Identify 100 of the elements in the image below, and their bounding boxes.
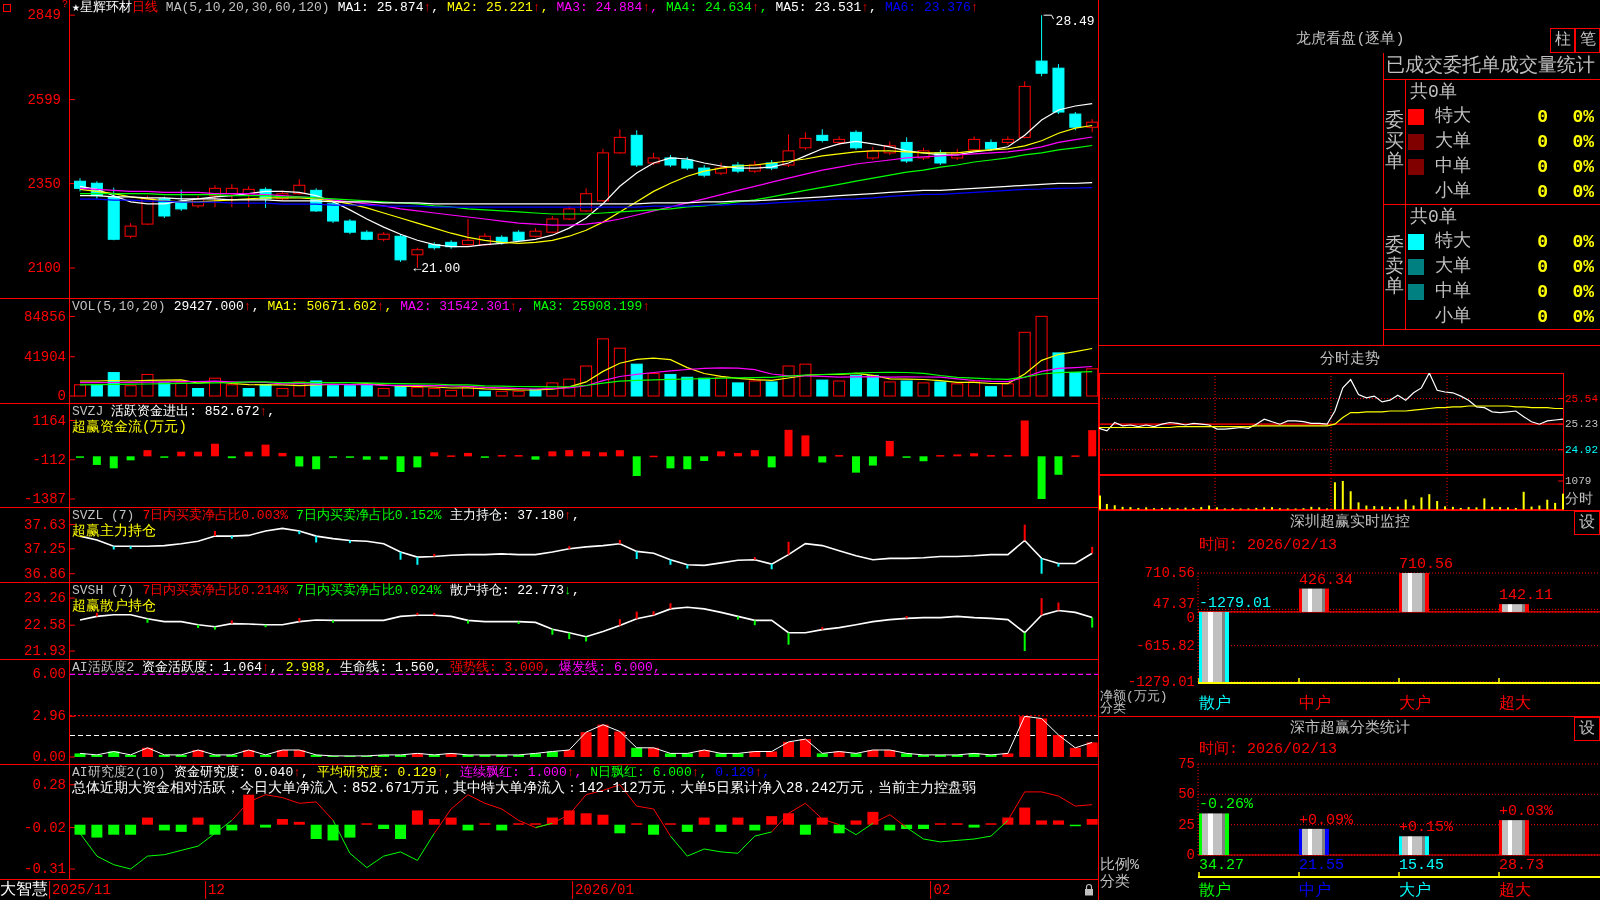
legend-label: 7日内买卖净占比0.152%: [296, 508, 442, 523]
panel-title: 深圳超赢实时监控: [1289, 514, 1410, 532]
legend-label: VOL(5,10,20): [72, 299, 166, 314]
change-label: +0.09%: [1299, 812, 1353, 828]
legend-separator: ,: [540, 0, 549, 15]
legend-separator: ,: [384, 299, 393, 314]
legend-separator: ,: [574, 765, 583, 780]
order-percent: 0%: [1572, 232, 1594, 253]
trend-arrow: ↑: [259, 404, 268, 419]
axis-tick-label: -112: [32, 451, 66, 468]
price-annotation: 28.49: [1055, 14, 1095, 30]
change-label: +0.15%: [1399, 820, 1453, 836]
value-label: 15.45: [1399, 858, 1444, 873]
order-size-label: 特大: [1435, 106, 1471, 127]
axis-tick-label: 0: [57, 388, 66, 404]
axis-tick-label: 710.56: [1144, 566, 1195, 580]
change-label: +0.03%: [1499, 804, 1553, 820]
axis-tick-label: 21.93: [24, 643, 66, 659]
axis-tick-label: 36.86: [24, 565, 66, 582]
axis-tick-label: 0: [1186, 610, 1195, 625]
trend-arrow: ↑: [691, 765, 700, 780]
category-label: 超大: [1499, 883, 1531, 899]
legend-label: 资金研究度: 0.040: [173, 765, 294, 780]
axis-tick-label: 41904: [24, 348, 66, 365]
axis-title: 分类: [1100, 703, 1126, 715]
axis-title: 分类: [1100, 875, 1130, 890]
legend-label: 7日内买卖净占比0.214%: [142, 583, 289, 598]
timestamp-label: 时间: 2026/02/13: [1199, 538, 1338, 554]
value-label: 426.34: [1299, 572, 1353, 588]
order-percent: 0%: [1572, 257, 1594, 277]
section-label: 委买单: [1385, 110, 1404, 174]
legend-label: AI研究度2(10): [72, 765, 166, 780]
axis-tick-label: 2350: [27, 175, 61, 192]
axis-tick-label: 22.58: [24, 617, 66, 634]
value-label: 142.11: [1499, 588, 1553, 604]
section-label: 委卖单: [1385, 235, 1404, 299]
order-size-label: 小单: [1435, 180, 1471, 201]
axis-tick-label: 37.63: [24, 516, 66, 533]
legend-label: AI活跃度2: [72, 660, 135, 675]
axis-tick-label: 25: [1178, 817, 1195, 832]
trend-arrow: ↑: [436, 765, 445, 780]
axis-tick-label: 24.92: [1565, 443, 1598, 456]
legend-label: MA3: 25908.199: [533, 299, 643, 314]
legend-label: MA5: 23.531: [775, 0, 862, 15]
axis-tick-label: 25.54: [1565, 392, 1598, 405]
trend-arrow: ↑: [564, 508, 572, 523]
legend-separator: ,: [431, 0, 440, 15]
order-total: 共0单: [1410, 82, 1457, 103]
legend-label: 7日内买卖净占比0.024%: [296, 583, 442, 598]
legend-label: MA1: 50671.602: [267, 299, 377, 314]
help-mark: ?: [62, 0, 68, 10]
axis-tick-label: -1279.01: [1127, 675, 1195, 689]
caption-label: 超赢资金流(万元): [72, 419, 187, 435]
trend-arrow: ↑: [970, 0, 979, 15]
value-label: 28.73: [1499, 858, 1544, 873]
axis-tick-label: 47.37: [1153, 596, 1195, 611]
panel-title: 龙虎看盘(逐单): [1296, 31, 1405, 49]
order-count: 0: [1537, 107, 1548, 128]
panel-title: 分时走势: [1319, 350, 1380, 369]
legend-label: SVZL (7): [72, 508, 135, 523]
value-label: 34.27: [1199, 858, 1244, 873]
order-count: 0: [1537, 181, 1548, 202]
legend-label: SVSH (7): [72, 583, 135, 598]
legend-label: 连续飘红: 1.000: [460, 765, 567, 780]
order-count: 0: [1537, 232, 1548, 253]
category-label: 超大: [1499, 696, 1531, 712]
legend-label: 资金活跃度: 1.064: [142, 660, 262, 675]
order-count: 0: [1537, 281, 1548, 302]
legend-separator: ,: [571, 583, 580, 598]
legend-separator: ,: [301, 765, 309, 780]
trend-arrow: ↑: [861, 0, 870, 15]
axis-tick-label: 0.28: [32, 776, 66, 793]
trend-arrow: ↑: [376, 299, 385, 314]
trend-arrow: ↑: [532, 0, 541, 15]
axis-tick-label: -1387: [24, 491, 66, 507]
legend-label: 29427.000: [173, 299, 244, 314]
legend-label: 生命线: 1.560,: [340, 660, 442, 675]
trend-arrow: ↑: [293, 765, 302, 780]
change-label: -0.26%: [1199, 797, 1253, 813]
trend-arrow: ↑: [751, 0, 760, 15]
axis-tick-label: 0: [1186, 848, 1195, 862]
legend-separator: ,: [759, 0, 768, 15]
order-count: 0: [1537, 257, 1548, 277]
trend-arrow: ↑: [262, 660, 270, 675]
legend-separator: ,: [251, 299, 260, 314]
app-name: 大智慧: [0, 880, 48, 900]
order-size-label: 小单: [1435, 305, 1471, 326]
legend-label: MA3: 24.884: [556, 0, 643, 15]
value-label: 710.56: [1399, 557, 1453, 572]
timestamp-label: 时间: 2026/02/13: [1199, 742, 1338, 758]
legend-label: SVZJ: [72, 404, 104, 419]
legend-label: 2.988,: [285, 660, 333, 675]
axis-tick-label: -0.02: [24, 819, 66, 836]
category-label: 中户: [1299, 883, 1331, 899]
caption-label: 超赢散户持仓: [72, 598, 156, 614]
order-percent: 0%: [1572, 156, 1594, 177]
axis-tick-label: -0.31: [24, 861, 66, 877]
axis-title: 净额(万元): [1100, 691, 1168, 703]
table-title: 已成交委托单成交量统计: [1386, 55, 1595, 77]
legend-label: 平均研究度: 0.129: [316, 765, 437, 780]
